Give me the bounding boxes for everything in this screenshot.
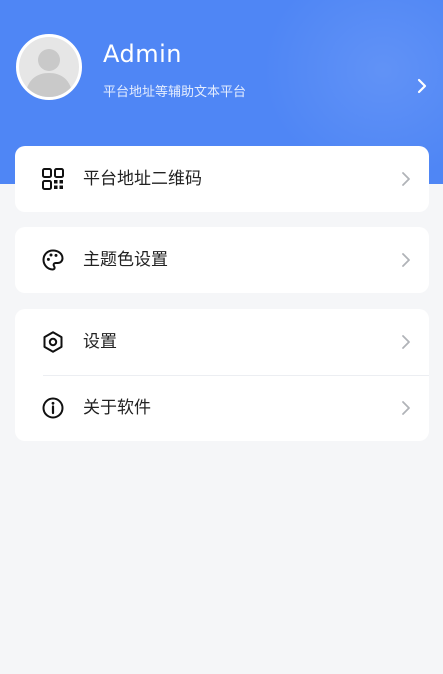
qrcode-icon xyxy=(42,168,64,190)
theme-card: 主题色设置 xyxy=(15,227,429,293)
info-icon xyxy=(42,397,64,419)
profile-subtitle: 平台地址等辅助文本平台 xyxy=(103,85,247,100)
menu-label-qrcode: 平台地址二维码 xyxy=(83,169,202,189)
menu-label-about: 关于软件 xyxy=(83,398,151,418)
menu-item-about[interactable]: 关于软件 xyxy=(15,375,429,441)
chevron-right-icon xyxy=(417,78,427,94)
profile-row[interactable]: Admin 平台地址等辅助文本平台 xyxy=(0,0,443,140)
menu-item-theme[interactable]: 主题色设置 xyxy=(15,227,429,293)
menu-item-settings[interactable]: 设置 xyxy=(15,309,429,375)
avatar-placeholder-icon xyxy=(19,37,79,97)
palette-icon xyxy=(42,249,64,271)
qrcode-card: 平台地址二维码 xyxy=(15,146,429,212)
menu-item-qrcode[interactable]: 平台地址二维码 xyxy=(15,146,429,212)
chevron-right-icon xyxy=(402,335,410,349)
hexagon-settings-icon xyxy=(43,331,63,353)
profile-name: Admin xyxy=(103,40,182,68)
chevron-right-icon xyxy=(402,172,410,186)
avatar[interactable] xyxy=(16,34,82,100)
menu-label-theme: 主题色设置 xyxy=(83,250,168,270)
menu-label-settings: 设置 xyxy=(83,332,117,352)
chevron-right-icon xyxy=(402,401,410,415)
settings-card: 设置 关于软件 xyxy=(15,309,429,441)
chevron-right-icon xyxy=(402,253,410,267)
